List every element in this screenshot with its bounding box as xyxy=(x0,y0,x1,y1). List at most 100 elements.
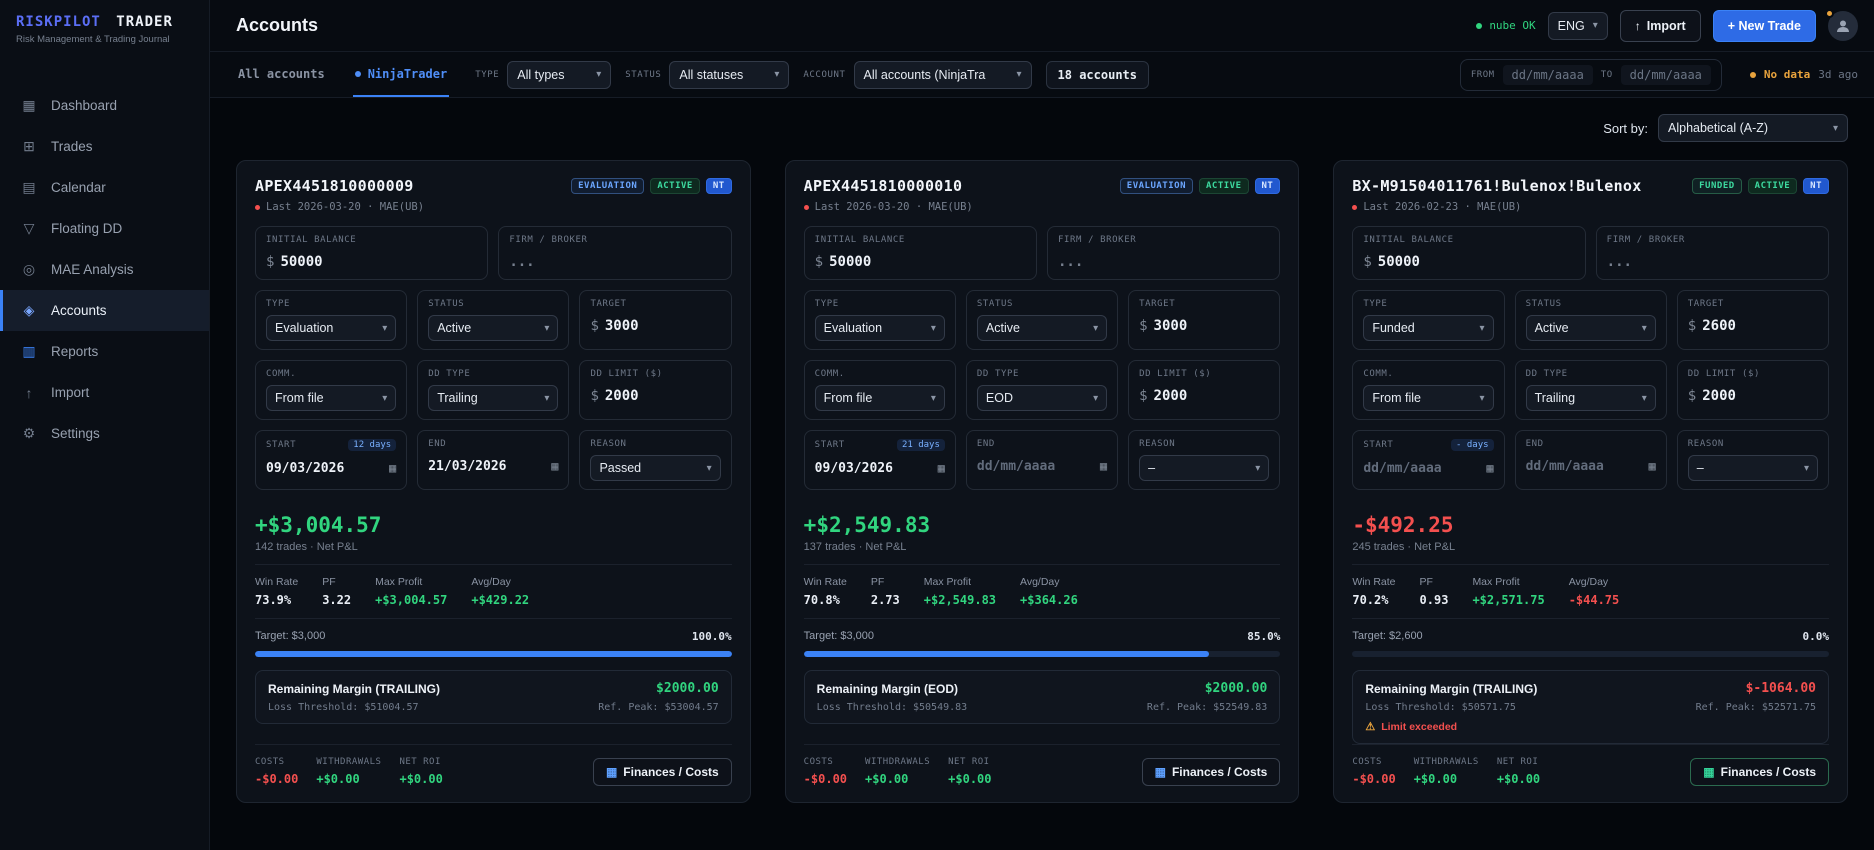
end-date-field[interactable]: END dd/mm/aaaa ▦ xyxy=(966,430,1118,490)
calendar-icon[interactable]: ▦ xyxy=(551,459,558,473)
firm-broker-field[interactable]: FIRM / BROKER ... xyxy=(1047,226,1280,280)
dd-limit-field[interactable]: DD LIMIT ($) $ 2000 xyxy=(579,360,731,420)
dd-type-select[interactable]: Trailing ▾ xyxy=(1526,385,1656,411)
stat-value: +$3,004.57 xyxy=(375,593,447,607)
initial-balance-field[interactable]: INITIAL BALANCE $ 50000 xyxy=(1352,226,1585,280)
sort-value: Alphabetical (A-Z) xyxy=(1668,121,1768,135)
commission-select[interactable]: From file ▾ xyxy=(266,385,396,411)
sidebar-item-accounts[interactable]: ◈ Accounts xyxy=(0,290,209,331)
dd-limit-field[interactable]: DD LIMIT ($) $ 2000 xyxy=(1128,360,1280,420)
chevron-down-icon: ▾ xyxy=(1093,323,1098,334)
sort-select[interactable]: Alphabetical (A-Z) ▾ xyxy=(1658,114,1848,142)
last-activity: Last 2026-03-20 · MAE(UB) xyxy=(804,201,1281,213)
reason-select[interactable]: – ▾ xyxy=(1688,455,1818,481)
sidebar-item-dashboard[interactable]: ▦ Dashboard xyxy=(0,85,209,126)
dd-limit-field[interactable]: DD LIMIT ($) $ 2000 xyxy=(1677,360,1829,420)
chevron-down-icon: ▾ xyxy=(1480,393,1485,404)
commission-select[interactable]: From file ▾ xyxy=(1363,385,1493,411)
target-field[interactable]: TARGET $ 3000 xyxy=(1128,290,1280,350)
reason-select[interactable]: – ▾ xyxy=(1139,455,1269,481)
firm-broker-field[interactable]: FIRM / BROKER ... xyxy=(498,226,731,280)
commission-select[interactable]: From file ▾ xyxy=(815,385,945,411)
end-date-field[interactable]: END 21/03/2026 ▦ xyxy=(417,430,569,490)
finances-costs-button[interactable]: ▦ Finances / Costs xyxy=(593,758,732,786)
chevron-down-icon: ▾ xyxy=(382,393,387,404)
firm-broker-field[interactable]: FIRM / BROKER ... xyxy=(1596,226,1829,280)
sidebar-item-calendar[interactable]: ▤ Calendar xyxy=(0,167,209,208)
commission-field: COMM. From file ▾ xyxy=(804,360,956,420)
status-select[interactable]: Active ▾ xyxy=(428,315,558,341)
calendar-icon[interactable]: ▦ xyxy=(1649,459,1656,473)
sidebar-item-trades[interactable]: ⊞ Trades xyxy=(0,126,209,167)
calendar-icon[interactable]: ▦ xyxy=(389,461,396,475)
tab-all-accounts[interactable]: All accounts xyxy=(236,52,327,97)
chevron-down-icon: ▾ xyxy=(1017,69,1022,80)
from-label: FROM xyxy=(1471,70,1495,80)
sidebar-item-reports[interactable]: ▥ Reports xyxy=(0,331,209,372)
calendar-icon[interactable]: ▦ xyxy=(1100,459,1107,473)
finances-costs-button[interactable]: ▦ Finances / Costs xyxy=(1690,758,1829,786)
dd-type-select[interactable]: Trailing ▾ xyxy=(428,385,558,411)
start-date-field[interactable]: START - days dd/mm/aaaa ▦ xyxy=(1352,430,1504,490)
days-badge: 12 days xyxy=(348,439,396,451)
max-profit-stat: Max Profit +$2,571.75 xyxy=(1472,576,1544,607)
calendar-icon[interactable]: ▦ xyxy=(1486,461,1493,475)
target-field[interactable]: TARGET $ 3000 xyxy=(579,290,731,350)
sidebar-item-settings[interactable]: ⚙ Settings xyxy=(0,413,209,454)
end-date-value: dd/mm/aaaa xyxy=(977,459,1055,474)
to-date-input[interactable]: dd/mm/aaaa xyxy=(1621,65,1711,85)
end-label: END xyxy=(428,439,558,449)
target-progress-pct: 85.0% xyxy=(1247,630,1280,643)
stat-label: PF xyxy=(871,576,900,588)
target-field[interactable]: TARGET $ 2600 xyxy=(1677,290,1829,350)
status-select[interactable]: Active ▾ xyxy=(1526,315,1656,341)
language-select[interactable]: ENG ▾ xyxy=(1548,12,1608,40)
finances-costs-button[interactable]: ▦ Finances / Costs xyxy=(1142,758,1281,786)
stat-value: +$429.22 xyxy=(471,593,529,607)
start-date-field[interactable]: START 12 days 09/03/2026 ▦ xyxy=(255,430,407,490)
profit-factor-stat: PF 0.93 xyxy=(1420,576,1449,607)
chevron-down-icon: ▾ xyxy=(1093,393,1098,404)
progress-bar xyxy=(1352,651,1829,657)
sidebar-item-import[interactable]: ↑ Import xyxy=(0,372,209,413)
type-select[interactable]: Evaluation ▾ xyxy=(266,315,396,341)
import-button[interactable]: ↑ Import xyxy=(1620,10,1701,42)
new-trade-button[interactable]: + New Trade xyxy=(1713,10,1816,42)
reason-select[interactable]: Passed ▾ xyxy=(590,455,720,481)
initial-balance-field[interactable]: INITIAL BALANCE $ 50000 xyxy=(804,226,1037,280)
type-select[interactable]: Evaluation ▾ xyxy=(815,315,945,341)
type-filter-select[interactable]: All types ▾ xyxy=(507,61,611,89)
initial-balance-field[interactable]: INITIAL BALANCE $ 50000 xyxy=(255,226,488,280)
start-date-field[interactable]: START 21 days 09/03/2026 ▦ xyxy=(804,430,956,490)
stat-label: WITHDRAWALS xyxy=(865,757,930,767)
brand-tagline: Risk Management & Trading Journal xyxy=(16,34,193,45)
last-activity-dot xyxy=(804,205,809,210)
sidebar-item-label: Reports xyxy=(51,344,98,359)
sidebar-item-floating-dd[interactable]: ▽ Floating DD xyxy=(0,208,209,249)
from-date-input[interactable]: dd/mm/aaaa xyxy=(1503,65,1593,85)
stat-value: +$0.00 xyxy=(865,772,930,786)
dd-limit-value: 2000 xyxy=(1702,388,1736,404)
account-filter-select[interactable]: All accounts (NinjaTra ▾ xyxy=(854,61,1032,89)
settings-icon: ⚙ xyxy=(20,425,38,442)
reason-field: REASON – ▾ xyxy=(1677,430,1829,490)
tab-label: NinjaTrader xyxy=(368,67,447,81)
end-date-field[interactable]: END dd/mm/aaaa ▦ xyxy=(1515,430,1667,490)
status-field: STATUS Active ▾ xyxy=(417,290,569,350)
status-filter-select[interactable]: All statuses ▾ xyxy=(669,61,789,89)
accounts-count-badge[interactable]: 18 accounts xyxy=(1046,61,1149,89)
chevron-down-icon: ▾ xyxy=(544,393,549,404)
target-value: 3000 xyxy=(1154,318,1188,334)
last-activity-label: Last 2026-02-23 · MAE(UB) xyxy=(1363,201,1521,213)
dd-type-select[interactable]: EOD ▾ xyxy=(977,385,1107,411)
tab-ninjatrader[interactable]: NinjaTrader xyxy=(353,52,449,97)
status-select[interactable]: Active ▾ xyxy=(977,315,1107,341)
commission-field: COMM. From file ▾ xyxy=(1352,360,1504,420)
avatar[interactable] xyxy=(1828,11,1858,41)
target-value: 3000 xyxy=(605,318,639,334)
calendar-icon[interactable]: ▦ xyxy=(938,461,945,475)
remaining-margin-title: Remaining Margin (EOD) xyxy=(817,682,958,696)
limit-warning-label: Limit exceeded xyxy=(1381,721,1457,733)
sidebar-item-mae-analysis[interactable]: ◎ MAE Analysis xyxy=(0,249,209,290)
type-select[interactable]: Funded ▾ xyxy=(1363,315,1493,341)
